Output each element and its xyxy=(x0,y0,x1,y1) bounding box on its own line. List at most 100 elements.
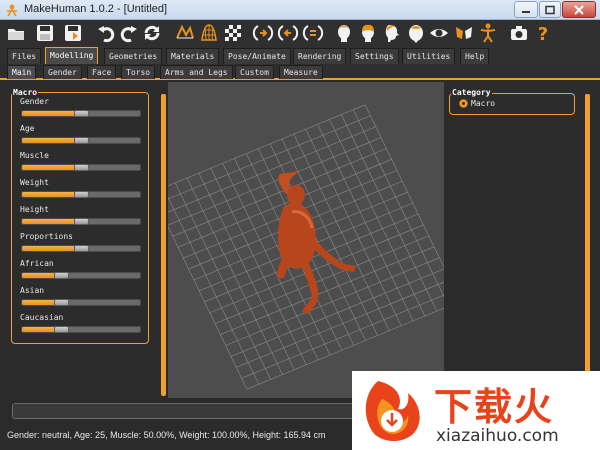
skeleton-button[interactable] xyxy=(477,22,499,44)
tab-geometries[interactable]: Geometries xyxy=(104,48,163,64)
slider-handle[interactable] xyxy=(53,272,69,279)
export-icon xyxy=(65,25,81,41)
camera-icon xyxy=(511,26,527,40)
undo-button[interactable] xyxy=(95,22,117,44)
wireframe-icon xyxy=(176,24,194,39)
head-back-button[interactable] xyxy=(357,22,379,44)
help-icon: ? xyxy=(538,24,548,44)
slider-handle[interactable] xyxy=(74,164,89,171)
smooth-icon xyxy=(201,24,217,41)
human-model[interactable] xyxy=(277,170,356,314)
hands-icon xyxy=(456,27,472,39)
redo-button[interactable] xyxy=(118,22,140,44)
maximize-button[interactable] xyxy=(539,1,561,18)
watermark-url: xiazaihuo.com xyxy=(436,426,559,446)
maximize-icon xyxy=(545,5,555,14)
slider-label-asian: Asian xyxy=(20,286,45,295)
screenshot-button[interactable] xyxy=(508,22,530,44)
slider-muscle[interactable] xyxy=(21,164,141,171)
slider-weight[interactable] xyxy=(21,191,141,198)
status-bar: Gender: neutral, Age: 25, Muscle: 50.00%… xyxy=(7,430,326,440)
tab-utilities[interactable]: Utilities xyxy=(402,48,456,64)
slider-fill xyxy=(22,165,81,170)
minimize-button[interactable] xyxy=(514,1,538,18)
macro-radio[interactable] xyxy=(459,99,468,108)
open-button[interactable] xyxy=(5,22,27,44)
close-button[interactable] xyxy=(562,1,596,18)
eye-button[interactable] xyxy=(428,22,450,44)
reset-button[interactable] xyxy=(141,22,163,44)
watermark-brand: 下载火 xyxy=(434,385,555,429)
tab-measure[interactable]: Measure xyxy=(279,65,323,79)
slider-handle[interactable] xyxy=(53,326,69,333)
wireframe-button[interactable] xyxy=(174,22,196,44)
help-button[interactable]: ? xyxy=(532,22,554,44)
minimize-icon xyxy=(522,10,530,13)
3d-viewport[interactable] xyxy=(151,82,461,398)
tab-modelling[interactable]: Modelling xyxy=(45,47,99,64)
slider-handle[interactable] xyxy=(74,137,89,144)
tab-torso[interactable]: Torso xyxy=(121,65,156,79)
slider-handle[interactable] xyxy=(74,191,89,198)
slider-fill xyxy=(22,192,81,197)
tab-main[interactable]: Main xyxy=(7,65,37,79)
slider-gender[interactable] xyxy=(21,110,141,117)
head-front-button[interactable] xyxy=(333,22,355,44)
slider-fill xyxy=(22,111,81,116)
reset-icon xyxy=(144,25,160,41)
slider-handle[interactable] xyxy=(74,110,89,117)
slider-african[interactable] xyxy=(21,272,141,279)
toolbar: ? xyxy=(0,20,600,47)
slider-proportions[interactable] xyxy=(21,245,141,252)
hands-button[interactable] xyxy=(453,22,475,44)
command-field[interactable] xyxy=(12,403,362,419)
slider-age[interactable] xyxy=(21,137,141,144)
eye-icon xyxy=(430,29,448,37)
flame-logo-icon xyxy=(365,381,420,442)
side-view-button[interactable] xyxy=(302,22,324,44)
tab-custom[interactable]: Custom xyxy=(235,65,274,79)
slider-handle[interactable] xyxy=(74,245,89,252)
left-scrollbar[interactable] xyxy=(161,94,166,396)
smooth-button[interactable] xyxy=(198,22,220,44)
title-bar: MakeHuman 1.0.2 - [Untitled] xyxy=(0,0,600,20)
tab-help[interactable]: Help xyxy=(460,48,490,64)
slider-handle[interactable] xyxy=(53,299,69,306)
export-button[interactable] xyxy=(62,22,84,44)
slider-label-height: Height xyxy=(20,205,49,214)
category-title: Category xyxy=(451,88,492,97)
tab-face[interactable]: Face xyxy=(87,65,117,79)
slider-label-muscle: Muscle xyxy=(20,151,49,160)
slider-label-proportions: Proportions xyxy=(20,232,73,241)
tab-rendering[interactable]: Rendering xyxy=(293,48,347,64)
tab-settings[interactable]: Settings xyxy=(350,48,399,64)
slider-height[interactable] xyxy=(21,218,141,225)
tab-pose-animate[interactable]: Pose/Animate xyxy=(223,48,291,64)
viewport-scene xyxy=(151,104,461,390)
tab-arms-and-legs[interactable]: Arms and Legs xyxy=(160,65,233,79)
tab-files[interactable]: Files xyxy=(7,48,42,64)
back-view-button[interactable] xyxy=(277,22,299,44)
tab-materials[interactable]: Materials xyxy=(166,48,220,64)
background-button[interactable] xyxy=(222,22,244,44)
right-scrollbar[interactable] xyxy=(585,94,590,396)
tab-gender[interactable]: Gender xyxy=(43,65,82,79)
macro-radio-label[interactable]: Macro xyxy=(471,99,495,108)
head-top-button[interactable] xyxy=(405,22,427,44)
background-icon xyxy=(225,25,241,41)
save-button[interactable] xyxy=(34,22,56,44)
slider-caucasian[interactable] xyxy=(21,326,141,333)
macro-group-title: Macro xyxy=(12,88,39,97)
head-side-button[interactable] xyxy=(381,22,403,44)
slider-fill xyxy=(22,219,81,224)
slider-fill xyxy=(22,138,81,143)
slider-label-gender: Gender xyxy=(20,97,49,106)
skeleton-icon xyxy=(480,23,496,43)
slider-handle[interactable] xyxy=(74,218,89,225)
slider-asian[interactable] xyxy=(21,299,141,306)
side-view-icon xyxy=(302,25,324,41)
head-side-icon xyxy=(385,25,399,42)
head-top-icon xyxy=(409,25,423,43)
front-view-button[interactable] xyxy=(252,22,274,44)
left-panel: Macro Gender Age Muscle Weight Height Proport… xyxy=(0,82,157,398)
